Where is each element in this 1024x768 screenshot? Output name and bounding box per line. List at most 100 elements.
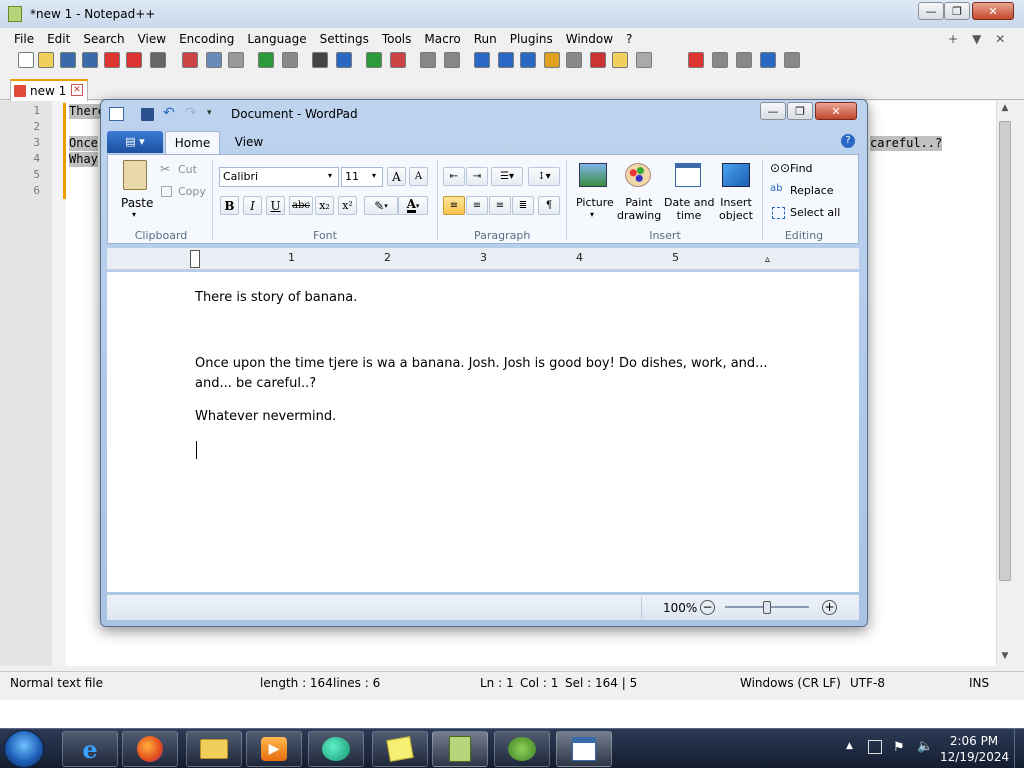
menu-plugins[interactable]: Plugins bbox=[510, 32, 553, 46]
superscript-button[interactable]: x² bbox=[338, 196, 357, 215]
print-icon[interactable] bbox=[150, 52, 166, 68]
save-macro-icon[interactable] bbox=[784, 52, 800, 68]
strikethrough-button[interactable]: abc bbox=[289, 196, 313, 215]
new-tab-button[interactable]: + bbox=[948, 32, 958, 46]
clock[interactable]: 2:06 PM 12/19/2024 bbox=[940, 733, 1009, 765]
close-tab-icon[interactable]: ✕ bbox=[71, 84, 83, 96]
copy-icon[interactable] bbox=[206, 52, 222, 68]
underline-button[interactable]: U bbox=[266, 196, 285, 215]
increase-indent-button[interactable]: ⇥ bbox=[466, 167, 488, 186]
line-spacing-button[interactable]: ↕▾ bbox=[528, 167, 560, 186]
save-icon[interactable] bbox=[60, 52, 76, 68]
taskbar-explorer[interactable] bbox=[186, 731, 242, 767]
close-all-icon[interactable] bbox=[126, 52, 142, 68]
align-center-button[interactable]: ≡ bbox=[466, 196, 488, 215]
zoom-in-button[interactable]: + bbox=[822, 600, 837, 615]
align-left-button[interactable]: ≡ bbox=[443, 196, 465, 215]
menu-file[interactable]: File bbox=[14, 32, 34, 46]
insert-picture-button[interactable]: Picture ▾ bbox=[574, 160, 614, 222]
redo-icon[interactable] bbox=[282, 52, 298, 68]
menu-edit[interactable]: Edit bbox=[47, 32, 70, 46]
word-wrap-icon[interactable] bbox=[474, 52, 490, 68]
maximize-button[interactable]: ❐ bbox=[944, 2, 970, 20]
network-icon[interactable] bbox=[868, 740, 882, 754]
menu-settings[interactable]: Settings bbox=[320, 32, 369, 46]
sync-vertical-icon[interactable] bbox=[420, 52, 436, 68]
show-hidden-icons[interactable]: ▲ bbox=[846, 741, 853, 751]
function-list-icon[interactable] bbox=[590, 52, 606, 68]
decrease-indent-button[interactable]: ⇤ bbox=[443, 167, 465, 186]
scroll-thumb[interactable] bbox=[999, 121, 1011, 581]
find-icon[interactable] bbox=[312, 52, 328, 68]
indent-guide-icon[interactable] bbox=[520, 52, 536, 68]
help-icon[interactable]: ? bbox=[841, 134, 855, 148]
taskbar-sticky[interactable] bbox=[372, 731, 428, 767]
application-menu-button[interactable]: ▤ ▾ bbox=[107, 131, 163, 153]
paste-button[interactable]: Paste ▾ bbox=[118, 160, 153, 220]
close-doc-button[interactable]: ✕ bbox=[995, 32, 1005, 46]
font-name-select[interactable]: Calibri ▾ bbox=[219, 167, 339, 187]
menu-search[interactable]: Search bbox=[83, 32, 124, 46]
cut-icon[interactable] bbox=[182, 52, 198, 68]
vertical-scrollbar[interactable]: ▲ ▼ bbox=[996, 101, 1012, 666]
menu-language[interactable]: Language bbox=[247, 32, 306, 46]
record-macro-icon[interactable] bbox=[688, 52, 704, 68]
font-size-select[interactable]: 11 ▾ bbox=[341, 167, 383, 187]
tab-home[interactable]: Home bbox=[165, 131, 220, 155]
wp-close-button[interactable]: ✕ bbox=[815, 102, 857, 120]
doc-map-icon[interactable] bbox=[566, 52, 582, 68]
undo-icon[interactable] bbox=[258, 52, 274, 68]
new-file-icon[interactable] bbox=[18, 52, 34, 68]
taskbar-app5[interactable] bbox=[308, 731, 364, 767]
select-all-button[interactable]: Select all bbox=[770, 205, 844, 223]
zoom-out-icon[interactable] bbox=[390, 52, 406, 68]
menu-window[interactable]: Window bbox=[566, 32, 613, 46]
grow-font-button[interactable]: A bbox=[387, 167, 406, 186]
tab-new-1[interactable]: new 1 ✕ bbox=[10, 79, 88, 101]
find-button[interactable]: ⊙⊙ Find bbox=[770, 161, 840, 179]
scroll-down-arrow[interactable]: ▼ bbox=[997, 651, 1013, 661]
taskbar-media[interactable]: ▶ bbox=[246, 731, 302, 767]
paste-icon[interactable] bbox=[228, 52, 244, 68]
insert-object-button[interactable]: Insert object bbox=[716, 160, 756, 222]
taskbar-ie[interactable]: e bbox=[62, 731, 118, 767]
quick-redo-icon[interactable]: ↷ bbox=[185, 105, 197, 121]
volume-muted-icon[interactable]: 🔈 bbox=[917, 739, 933, 754]
font-color-button[interactable]: A ▾ bbox=[398, 196, 428, 215]
menu-encoding[interactable]: Encoding bbox=[179, 32, 234, 46]
quick-access-dropdown-icon[interactable]: ▾ bbox=[207, 108, 212, 118]
document-area[interactable] bbox=[107, 272, 859, 592]
justify-button[interactable]: ≣ bbox=[512, 196, 534, 215]
paint-drawing-button[interactable]: Paint drawing bbox=[616, 160, 662, 222]
menu-macro[interactable]: Macro bbox=[424, 32, 460, 46]
cut-button[interactable]: ✂ Cut bbox=[160, 162, 206, 178]
bold-button[interactable]: B bbox=[220, 196, 239, 215]
taskbar-firefox[interactable] bbox=[122, 731, 178, 767]
subscript-button[interactable]: x₂ bbox=[315, 196, 334, 215]
shrink-font-button[interactable]: A bbox=[409, 167, 428, 186]
close-button[interactable]: ✕ bbox=[972, 2, 1014, 20]
menu-help[interactable]: ? bbox=[626, 32, 632, 46]
open-file-icon[interactable] bbox=[38, 52, 54, 68]
scroll-up-arrow[interactable]: ▲ bbox=[997, 103, 1013, 113]
play-macro-icon[interactable] bbox=[736, 52, 752, 68]
zoom-out-button[interactable]: − bbox=[700, 600, 715, 615]
quick-undo-icon[interactable]: ↶ bbox=[163, 105, 175, 121]
quick-save-icon[interactable] bbox=[141, 108, 154, 121]
monitoring-icon[interactable] bbox=[636, 52, 652, 68]
right-indent-marker[interactable]: ▵ bbox=[765, 254, 770, 265]
close-icon[interactable] bbox=[104, 52, 120, 68]
highlight-color-button[interactable]: ✎ ▾ bbox=[364, 196, 398, 215]
wp-minimize-button[interactable]: — bbox=[760, 102, 786, 120]
italic-button[interactable]: I bbox=[243, 196, 262, 215]
menu-tools[interactable]: Tools bbox=[382, 32, 412, 46]
tab-view[interactable]: View bbox=[225, 131, 273, 153]
run-macro-multiple-icon[interactable] bbox=[760, 52, 776, 68]
paragraph-dialog-button[interactable]: ¶ bbox=[538, 196, 560, 215]
menu-view[interactable]: View bbox=[138, 32, 166, 46]
tab-list-button[interactable]: ▼ bbox=[972, 32, 981, 46]
taskbar-notepadpp[interactable] bbox=[432, 731, 488, 767]
replace-button[interactable]: ab Replace bbox=[770, 183, 840, 201]
minimize-button[interactable]: — bbox=[918, 2, 944, 20]
action-center-icon[interactable]: ⚑ bbox=[893, 740, 905, 755]
